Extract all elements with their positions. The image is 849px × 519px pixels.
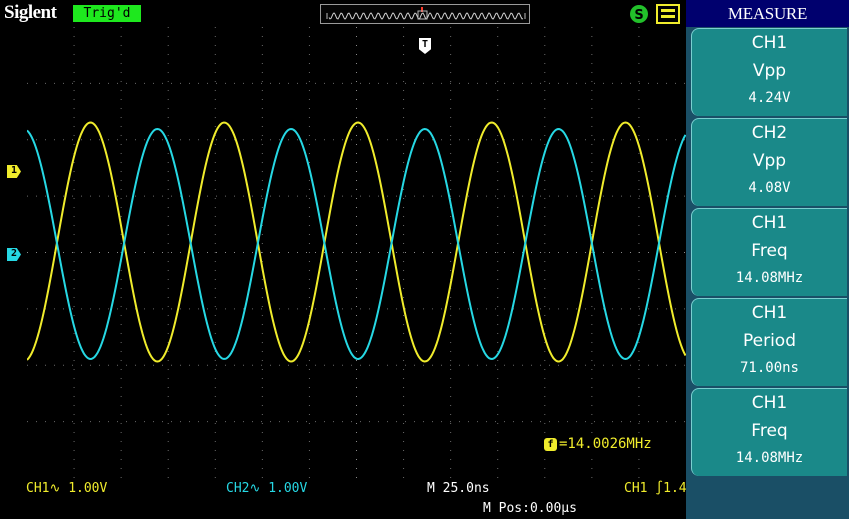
measure-slot-2[interactable]: CH2 Vpp 4.08V <box>691 118 847 206</box>
memory-position-bar <box>320 4 530 24</box>
measure-type: Freq <box>751 241 788 261</box>
measure-value: 71.00ns <box>739 360 799 376</box>
measure-slot-5[interactable]: CH1 Freq 14.08MHz <box>691 388 847 476</box>
measure-slot-3[interactable]: CH1 Freq 14.08MHz <box>691 208 847 296</box>
measure-type: Vpp <box>752 151 787 171</box>
measure-menu: MEASURE CH1 Vpp 4.24V CH2 Vpp 4.08V CH1 … <box>686 0 849 519</box>
measure-type: Vpp <box>752 61 787 81</box>
trigger-status-badge: Trig'd <box>73 5 141 22</box>
ch1-waveform <box>27 121 686 363</box>
s-indicator-icon: S <box>630 5 648 23</box>
top-status-bar: Siglent Trig'd S <box>0 0 686 27</box>
usb-storage-icon <box>656 4 680 24</box>
measure-type: Period <box>742 331 796 351</box>
measure-value: 4.24V <box>748 90 791 106</box>
ch2-scale-label: CH2∿ 1.00V <box>226 481 308 496</box>
waveform-display <box>27 27 686 478</box>
ch2-level-marker[interactable]: 2 <box>7 248 21 261</box>
measure-type: Freq <box>751 421 788 441</box>
measure-menu-title: MEASURE <box>686 0 849 27</box>
measure-source: CH1 <box>751 393 788 413</box>
measure-value: 4.08V <box>748 180 791 196</box>
measure-source: CH2 <box>751 123 788 143</box>
memory-waveform-preview <box>326 7 526 20</box>
waveform-grid <box>27 27 686 478</box>
measure-source: CH1 <box>751 33 788 53</box>
brand-logo: Siglent <box>4 2 57 23</box>
frequency-counter: f =14.0026MHz <box>540 433 656 455</box>
ch1-level-marker[interactable]: 1 <box>7 165 21 178</box>
frequency-icon: f <box>544 438 557 451</box>
measure-value: 14.08MHz <box>735 450 804 466</box>
frequency-counter-value: =14.0026MHz <box>559 436 652 452</box>
measure-source: CH1 <box>751 213 788 233</box>
measure-value: 14.08MHz <box>735 270 804 286</box>
ch1-scale-label: CH1∿ 1.00V <box>26 481 108 496</box>
measure-slot-1[interactable]: CH1 Vpp 4.24V <box>691 28 847 116</box>
horizontal-position-label: M Pos:0.00µs <box>483 501 577 516</box>
measure-slot-4[interactable]: CH1 Period 71.00ns <box>691 298 847 386</box>
status-icons: S <box>629 3 684 25</box>
timebase-label: M 25.0ns <box>427 481 490 496</box>
svg-text:S: S <box>634 8 643 23</box>
measure-source: CH1 <box>751 303 788 323</box>
